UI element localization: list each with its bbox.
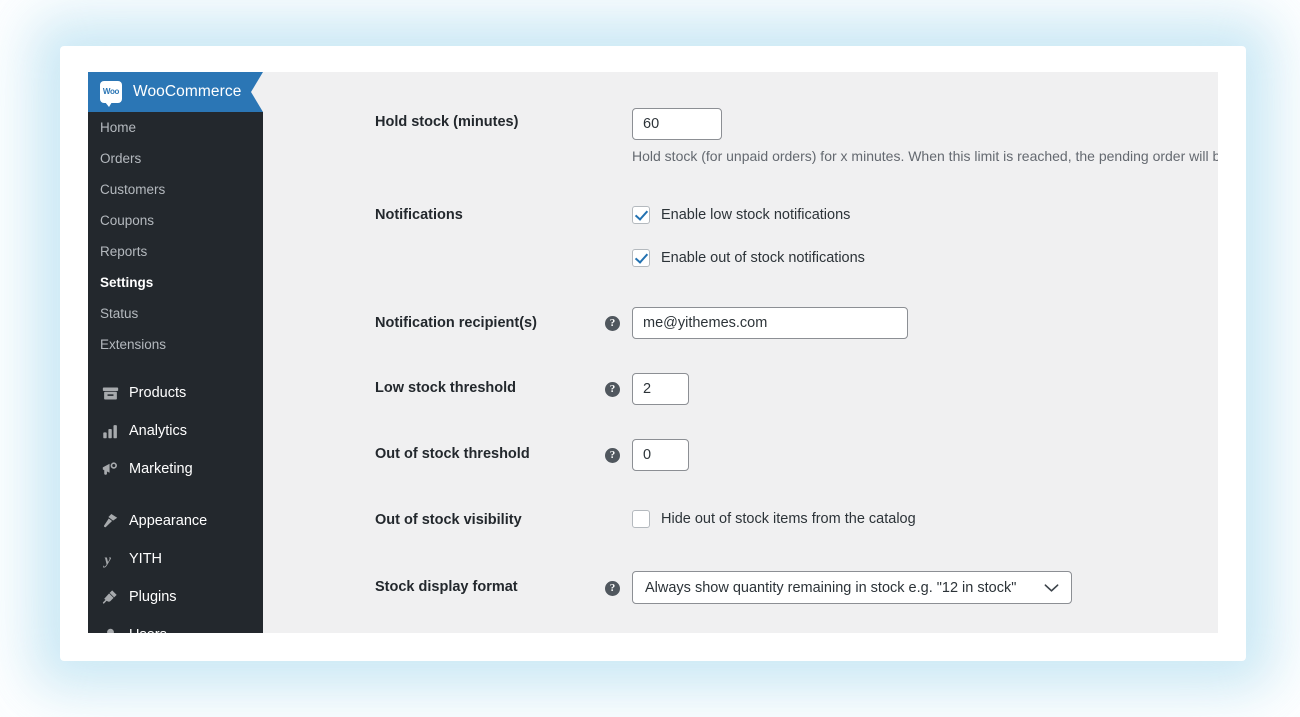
sidebar-item-label: Appearance — [129, 513, 208, 529]
sidebar-item-label: Home — [100, 120, 137, 135]
sidebar-item-label: Orders — [100, 151, 142, 166]
products-icon — [100, 383, 120, 403]
sidebar-item-label: Products — [129, 385, 187, 401]
sidebar-item-extensions[interactable]: Extensions — [88, 329, 263, 360]
sidebar-item-label: Plugins — [129, 589, 177, 605]
low-stock-notification-label: Enable low stock notifications — [661, 207, 851, 223]
sidebar-group-system: Appearance y YITH Plugins — [88, 502, 263, 633]
sidebar-divider — [88, 360, 263, 374]
sidebar-item-label: Users — [129, 627, 167, 633]
sidebar-item-label: Coupons — [100, 213, 155, 228]
out-of-stock-notification-checkbox[interactable] — [632, 249, 650, 267]
sidebar-item-plugins[interactable]: Plugins — [88, 578, 263, 616]
woocommerce-brand-header[interactable]: Woo WooCommerce — [88, 72, 263, 112]
out-of-stock-notification-row[interactable]: Enable out of stock notifications — [632, 249, 865, 267]
admin-sidebar: Woo WooCommerce Home Orders Customers Co… — [88, 72, 263, 633]
notifications-label: Notifications — [375, 207, 463, 223]
sidebar-item-status[interactable]: Status — [88, 298, 263, 329]
yith-icon: y — [100, 549, 120, 569]
woocommerce-logo-text: Woo — [102, 87, 120, 96]
chevron-down-icon — [1030, 583, 1059, 593]
sidebar-item-products[interactable]: Products — [88, 374, 263, 412]
sidebar-group-commerce: Products Analytics Marketing — [88, 374, 263, 488]
out-of-stock-threshold-input[interactable] — [632, 439, 689, 471]
sidebar-item-label: Extensions — [100, 337, 167, 352]
screenshot-stage: Woo WooCommerce Home Orders Customers Co… — [0, 0, 1300, 717]
notification-recipients-input[interactable] — [632, 307, 908, 339]
sidebar-item-analytics[interactable]: Analytics — [88, 412, 263, 450]
sidebar-item-label: Status — [100, 306, 139, 321]
out-of-stock-notification-label: Enable out of stock notifications — [661, 250, 865, 266]
svg-text:y: y — [102, 552, 111, 567]
sidebar-item-label: Customers — [100, 182, 166, 197]
sidebar-item-reports[interactable]: Reports — [88, 236, 263, 267]
woocommerce-submenu: Home Orders Customers Coupons Reports Se… — [88, 112, 263, 360]
stock-display-format-help-icon[interactable]: ? — [605, 581, 620, 596]
hold-stock-description: Hold stock (for unpaid orders) for x min… — [632, 148, 1218, 164]
hide-out-of-stock-label: Hide out of stock items from the catalog — [661, 511, 916, 527]
hide-out-of-stock-row[interactable]: Hide out of stock items from the catalog — [632, 510, 916, 528]
sidebar-item-customers[interactable]: Customers — [88, 174, 263, 205]
out-of-stock-threshold-label: Out of stock threshold — [375, 446, 530, 462]
hold-stock-label: Hold stock (minutes) — [375, 114, 519, 130]
woocommerce-logo-icon: Woo — [100, 81, 122, 107]
marketing-icon — [100, 459, 120, 479]
sidebar-item-label: YITH — [129, 551, 163, 567]
sidebar-item-label: Analytics — [129, 423, 188, 439]
sidebar-item-home[interactable]: Home — [88, 112, 263, 143]
stock-display-format-selected-value: Always show quantity remaining in stock … — [645, 579, 1017, 596]
out-of-stock-visibility-label: Out of stock visibility — [375, 512, 522, 528]
sidebar-item-orders[interactable]: Orders — [88, 143, 263, 174]
notification-recipients-label: Notification recipient(s) — [375, 315, 537, 331]
sidebar-item-marketing[interactable]: Marketing — [88, 450, 263, 488]
low-stock-threshold-input[interactable] — [632, 373, 689, 405]
analytics-icon — [100, 421, 120, 441]
wordpress-admin-window: Woo WooCommerce Home Orders Customers Co… — [88, 72, 1218, 633]
sidebar-item-coupons[interactable]: Coupons — [88, 205, 263, 236]
sidebar-item-label: Reports — [100, 244, 148, 259]
appearance-icon — [100, 511, 120, 531]
low-stock-notification-checkbox[interactable] — [632, 206, 650, 224]
notification-recipients-help-icon[interactable]: ? — [605, 316, 620, 331]
hide-out-of-stock-checkbox[interactable] — [632, 510, 650, 528]
sidebar-item-label: Marketing — [129, 461, 193, 477]
woocommerce-brand-label: WooCommerce — [133, 83, 242, 100]
out-of-stock-threshold-help-icon[interactable]: ? — [605, 448, 620, 463]
stock-display-format-label: Stock display format — [375, 579, 518, 595]
low-stock-threshold-help-icon[interactable]: ? — [605, 382, 620, 397]
users-icon — [100, 625, 120, 633]
low-stock-notification-row[interactable]: Enable low stock notifications — [632, 206, 850, 224]
stock-display-format-select[interactable]: Always show quantity remaining in stock … — [632, 571, 1072, 604]
settings-content-panel: Hold stock (minutes) Hold stock (for unp… — [263, 72, 1218, 633]
sidebar-item-appearance[interactable]: Appearance — [88, 502, 263, 540]
plugins-icon — [100, 587, 120, 607]
low-stock-threshold-label: Low stock threshold — [375, 380, 516, 396]
sidebar-item-yith[interactable]: y YITH — [88, 540, 263, 578]
hold-stock-input[interactable] — [632, 108, 722, 140]
sidebar-item-label: Settings — [100, 275, 154, 290]
sidebar-divider-2 — [88, 488, 263, 502]
sidebar-item-users[interactable]: Users — [88, 616, 263, 633]
sidebar-active-arrow-icon — [251, 72, 263, 112]
sidebar-item-settings[interactable]: Settings — [88, 267, 263, 298]
